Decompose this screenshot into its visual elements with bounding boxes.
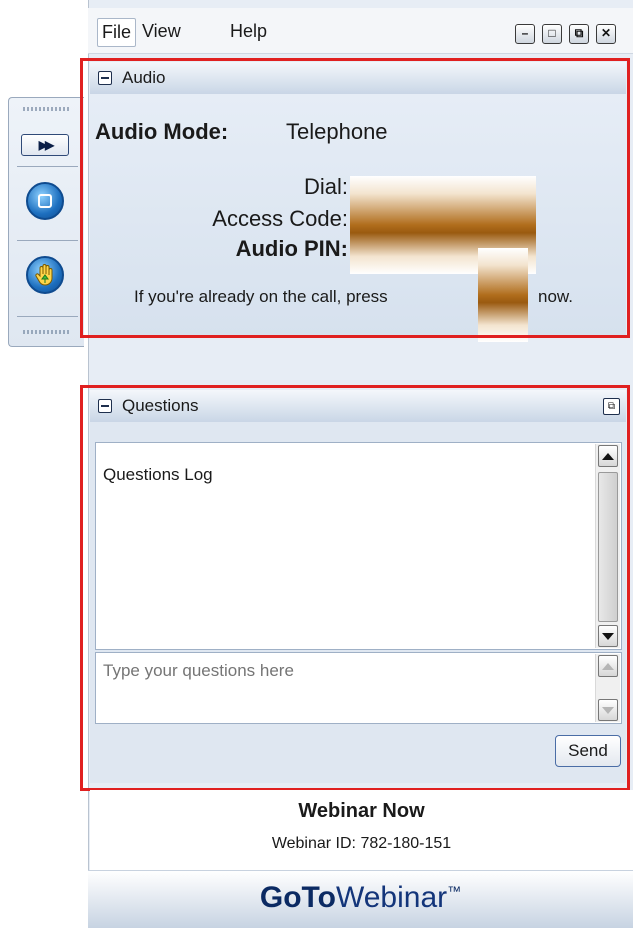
minimize-icon: – xyxy=(521,26,529,40)
close-button[interactable]: ✕ xyxy=(596,24,616,44)
menu-help[interactable]: Help xyxy=(226,18,271,45)
logo-tm: ™ xyxy=(447,883,462,899)
fast-forward-icon: ▶▶ xyxy=(38,138,55,152)
raise-hand-icon xyxy=(35,264,53,286)
maximize-button[interactable]: □ xyxy=(542,24,562,44)
questions-highlight-box xyxy=(80,385,630,791)
logo-goto: GoTo xyxy=(259,881,336,914)
fast-forward-button[interactable]: ▶▶ xyxy=(21,134,69,156)
toolbar-divider xyxy=(17,240,78,241)
drag-grip-top[interactable] xyxy=(23,103,71,117)
minimize-button[interactable]: – xyxy=(515,24,535,44)
menu-bar: File View Help – □ ⧉ ✕ xyxy=(88,8,633,54)
stop-button[interactable] xyxy=(26,182,64,220)
stop-icon xyxy=(38,194,52,208)
restore-icon: ⧉ xyxy=(574,26,584,40)
toolbar-divider xyxy=(17,166,78,167)
gotowebinar-logo: GoToWebinar™ xyxy=(88,881,633,915)
menu-file[interactable]: File xyxy=(97,18,137,47)
raise-hand-button[interactable] xyxy=(26,256,64,294)
brand-bar: GoToWebinar™ xyxy=(88,870,633,928)
toolbar-divider xyxy=(17,316,78,317)
webinar-name: Webinar Now xyxy=(298,800,425,822)
audio-highlight-box xyxy=(80,58,630,338)
logo-webinar: Webinar xyxy=(335,881,448,914)
maximize-icon: □ xyxy=(548,26,556,40)
webinar-id: Webinar ID: 782-180-151 xyxy=(271,835,452,852)
close-icon: ✕ xyxy=(600,26,612,40)
menu-view[interactable]: View xyxy=(138,18,185,45)
drag-grip-bottom[interactable] xyxy=(23,326,71,340)
webinar-info: Webinar Now Webinar ID: 782-180-151 xyxy=(90,790,633,870)
restore-button[interactable]: ⧉ xyxy=(569,24,589,44)
side-toolbar: ▶▶ xyxy=(8,97,84,347)
